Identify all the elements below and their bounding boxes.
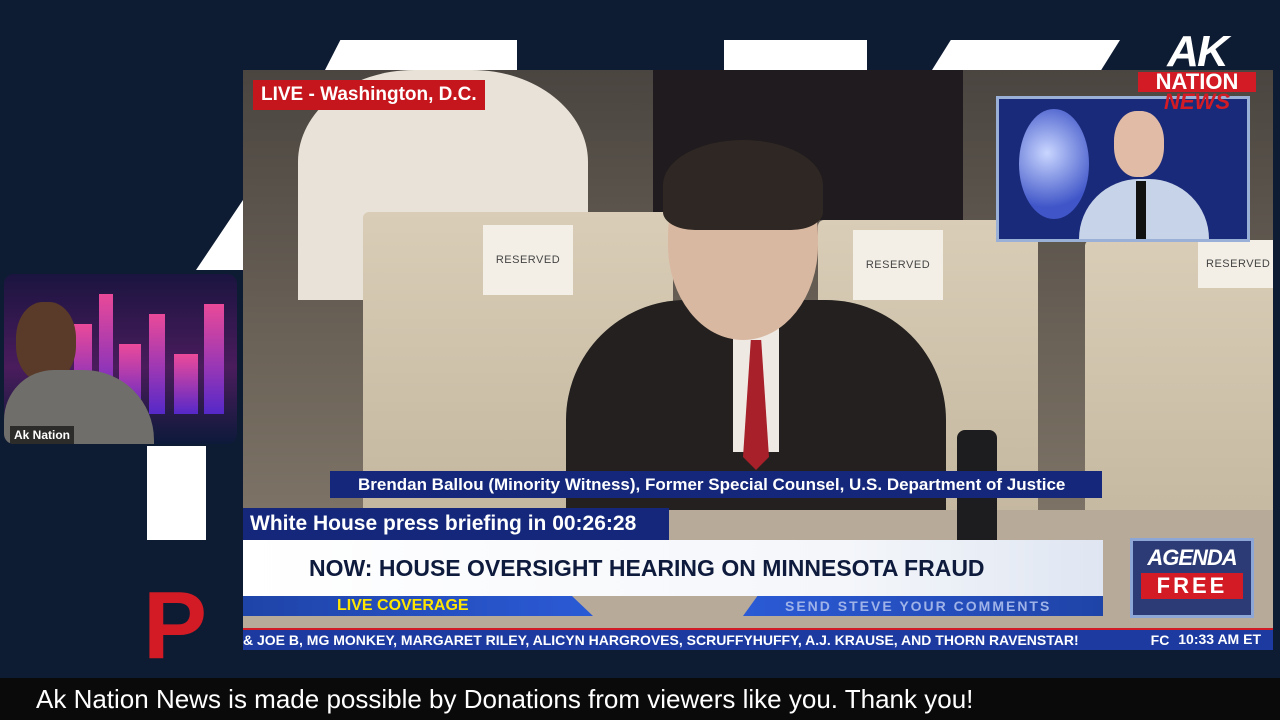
agenda-free-badge: AGENDA FREE: [1130, 538, 1254, 618]
video-stage: RESERVED RESERVED RESERVED LIVE - Washin…: [243, 70, 1273, 650]
witness-hair: [663, 140, 823, 230]
bg-bar-left-2: [147, 446, 206, 540]
agenda-text: AGENDA: [1147, 545, 1237, 570]
reserved-placard-2: RESERVED: [853, 230, 943, 300]
donation-footer: Ak Nation News is made possible by Donat…: [0, 678, 1280, 720]
send-comments-label: SEND STEVE YOUR COMMENTS: [743, 596, 1103, 616]
live-coverage-label: LIVE COVERAGE: [243, 596, 593, 616]
news-ticker: & JOE B, MG MONKEY, MARGARET RILEY, ALIC…: [243, 628, 1273, 650]
city-building: [174, 354, 198, 414]
live-location-tag: LIVE - Washington, D.C.: [253, 80, 485, 110]
webcam-name-label: Ak Nation: [10, 426, 75, 444]
host-webcam: Ak Nation: [4, 274, 237, 444]
reserved-placard-3: RESERVED: [1198, 240, 1273, 288]
anchor-tie: [1136, 181, 1146, 239]
logo-ak: AK: [1167, 27, 1229, 76]
free-text: FREE: [1141, 573, 1243, 599]
bg-bar-2: [724, 40, 867, 70]
briefing-countdown: White House press briefing in 00:26:28: [243, 508, 669, 540]
city-building: [204, 304, 224, 414]
anchor-pip: [996, 96, 1250, 242]
bg-letter: P: [143, 572, 208, 679]
witness-lower-third: Brendan Ballou (Minority Witness), Forme…: [330, 471, 1102, 498]
logo-news: NEWS: [1164, 89, 1230, 114]
bg-bar-3: [932, 40, 1120, 70]
ticker-tail: FC: [1150, 632, 1170, 648]
reserved-placard-1: RESERVED: [483, 225, 573, 295]
globe-graphic: [1019, 109, 1089, 219]
bg-bar-1: [325, 40, 517, 70]
ak-nation-news-logo: AK NATION NEWS: [1138, 27, 1256, 114]
city-building: [149, 314, 165, 414]
anchor-head: [1114, 111, 1164, 177]
ticker-text: & JOE B, MG MONKEY, MARGARET RILEY, ALIC…: [243, 632, 1079, 648]
clock-readout: 10:33 AM ET: [1176, 630, 1263, 648]
bg-bar-left: [196, 200, 243, 270]
headline-bar: NOW: HOUSE OVERSIGHT HEARING ON MINNESOT…: [243, 540, 1103, 596]
